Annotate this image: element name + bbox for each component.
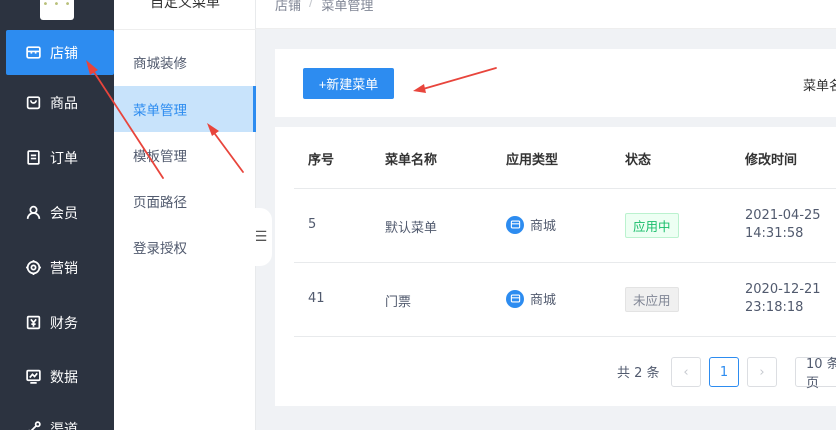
row-divider <box>294 336 836 337</box>
sidebar-item-members[interactable]: 会员 <box>6 190 114 235</box>
sidebar-item-label: 数据 <box>50 369 78 386</box>
breadcrumb: 店铺 / 菜单管理 <box>256 0 836 29</box>
sidebar-item-label: 渠道 <box>50 421 78 430</box>
main-sidebar: • • • 店铺 商品 订单 会员 营销 财务 数据 渠道 <box>0 0 114 430</box>
cell-status: 应用中 <box>625 213 679 238</box>
logo: • • • <box>40 0 74 20</box>
sidebar-item-label: 财务 <box>50 315 78 332</box>
status-badge: 应用中 <box>625 213 679 238</box>
app-type-label: 商城 <box>530 219 557 234</box>
menu-name-filter-label: 菜单名称 <box>803 79 836 94</box>
marketing-icon <box>24 259 42 277</box>
column-header-index: 序号 <box>308 153 335 168</box>
breadcrumb-current: 菜单管理 <box>321 0 374 14</box>
column-header-type: 应用类型 <box>506 153 559 168</box>
sidebar-item-marketing[interactable]: 营销 <box>6 245 114 290</box>
new-menu-button[interactable]: +新建菜单 <box>303 68 394 99</box>
submenu-item-page-path[interactable]: 页面路径 <box>114 178 256 224</box>
cell-app-type: 商城 <box>506 215 556 234</box>
sidebar-item-label: 商品 <box>50 95 78 112</box>
order-icon <box>24 149 42 167</box>
cell-modified-time: 2021-04-25 14:31:58 <box>745 207 821 243</box>
column-header-status: 状态 <box>625 153 652 168</box>
sidebar-item-label: 订单 <box>50 150 78 167</box>
cell-index: 5 <box>308 217 317 232</box>
modified-clock: 23:18:18 <box>745 300 804 315</box>
store-icon <box>24 44 42 62</box>
submenu-item-menu-management[interactable]: 菜单管理 <box>114 86 256 132</box>
cell-index: 41 <box>308 291 325 306</box>
modified-clock: 14:31:58 <box>745 226 804 241</box>
sidebar-item-label: 会员 <box>50 205 78 222</box>
sidebar-item-channel[interactable]: 渠道 <box>6 406 114 430</box>
pagination-prev-button[interactable]: ‹ <box>671 357 701 387</box>
divider <box>114 29 256 30</box>
cell-modified-time: 2020-12-21 23:18:18 <box>745 281 821 317</box>
submenu-item-mall-decoration[interactable]: 商城装修 <box>114 39 256 85</box>
store-icon <box>506 289 524 308</box>
column-header-modified: 修改时间 <box>745 153 798 168</box>
cell-menu-name: 门票 <box>385 295 412 310</box>
sidebar-item-label: 店铺 <box>50 45 78 62</box>
sidebar-item-goods[interactable]: 商品 <box>6 80 114 125</box>
cell-app-type: 商城 <box>506 289 556 308</box>
menu-table: 序号 菜单名称 应用类型 状态 修改时间 5 默认菜单 商城 应用中 2021-… <box>275 127 836 406</box>
sidebar-item-data[interactable]: 数据 <box>6 354 114 399</box>
toolbar-card: +新建菜单 菜单名称 <box>275 49 836 117</box>
sub-menu: 自定义菜单 商城装修 菜单管理 模板管理 页面路径 登录授权 <box>114 0 256 430</box>
app-type-label: 商城 <box>530 293 557 308</box>
row-divider <box>294 188 836 189</box>
store-icon <box>506 215 524 234</box>
pagination-next-button[interactable]: › <box>747 357 777 387</box>
chart-icon <box>24 368 42 386</box>
breadcrumb-separator: / <box>309 0 314 10</box>
modified-date: 2020-12-21 <box>745 282 821 297</box>
sidebar-item-store[interactable]: 店铺 <box>6 30 114 75</box>
cell-menu-name: 默认菜单 <box>385 221 438 236</box>
channel-icon <box>24 420 42 430</box>
pagination-page-1[interactable]: 1 <box>709 357 739 387</box>
pagination-total: 共 2 条 <box>617 366 660 381</box>
status-badge: 未应用 <box>625 287 679 312</box>
modified-date: 2021-04-25 <box>745 208 821 223</box>
submenu-title: 自定义菜单 <box>150 0 220 11</box>
row-divider <box>294 262 836 263</box>
collapse-menu-icon[interactable]: ☰ <box>250 208 272 266</box>
column-header-name: 菜单名称 <box>385 153 438 168</box>
cell-status: 未应用 <box>625 287 679 312</box>
sidebar-item-label: 营销 <box>50 260 78 277</box>
page-size-select[interactable]: 10 条/页 <box>795 357 836 391</box>
submenu-item-template-management[interactable]: 模板管理 <box>114 132 256 178</box>
submenu-item-login-auth[interactable]: 登录授权 <box>114 224 256 270</box>
sidebar-item-orders[interactable]: 订单 <box>6 135 114 180</box>
breadcrumb-root[interactable]: 店铺 <box>275 0 301 14</box>
yen-icon <box>24 314 42 332</box>
user-icon <box>24 204 42 222</box>
sidebar-item-finance[interactable]: 财务 <box>6 300 114 345</box>
bag-icon <box>24 94 42 112</box>
